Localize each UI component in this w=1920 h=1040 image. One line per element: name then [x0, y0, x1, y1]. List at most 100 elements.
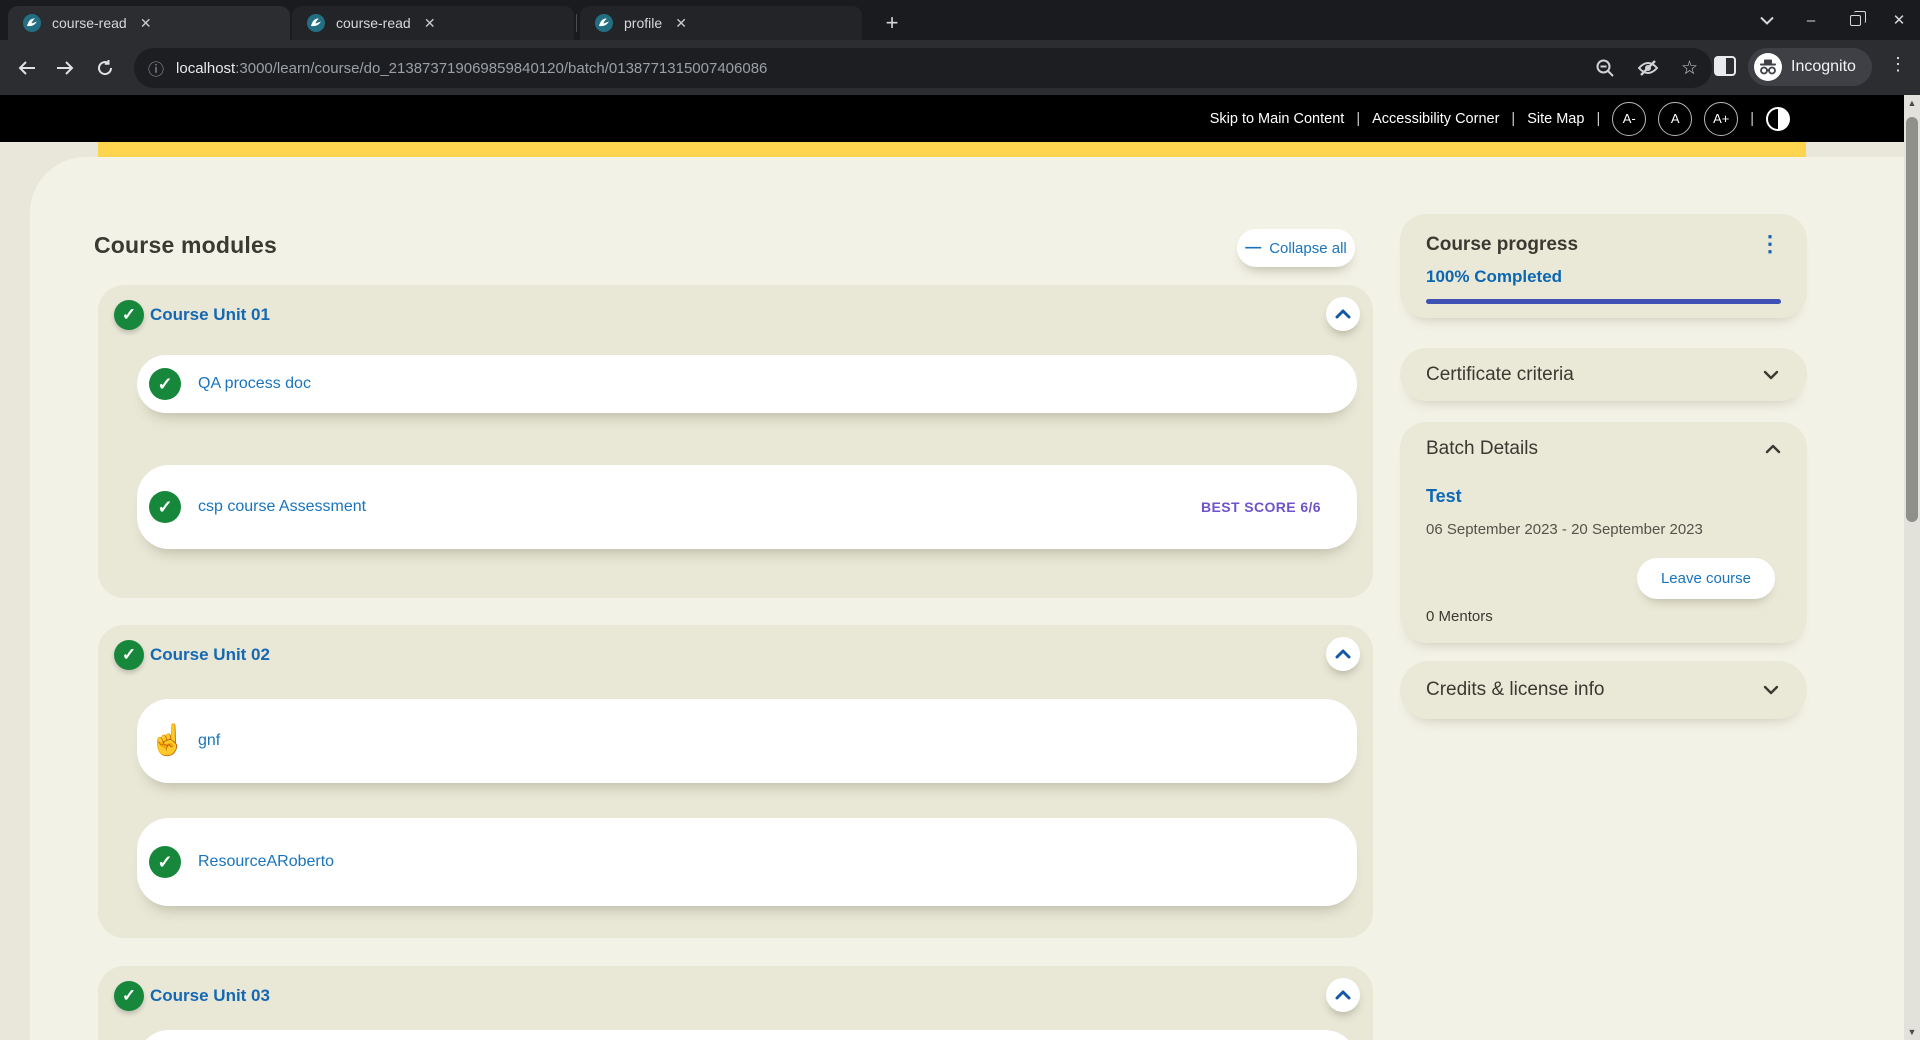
close-window-button[interactable]: ✕: [1886, 7, 1912, 33]
check-icon: ✓: [114, 300, 144, 330]
tab-close-icon[interactable]: ✕: [137, 14, 155, 32]
site-info-icon[interactable]: ⓘ: [148, 56, 164, 80]
incognito-icon: [1754, 53, 1782, 81]
course-unit-section: ✓ Course Unit 01 ✓ QA process doc ✓ csp …: [98, 285, 1373, 598]
batch-details-title: Batch Details: [1426, 438, 1538, 460]
content-item[interactable]: ✓ QA process doc: [137, 355, 1357, 413]
scroll-up-icon[interactable]: ▲: [1904, 95, 1920, 111]
url-path: :3000/learn/course/do_213873719069859840…: [235, 60, 767, 77]
browser-menu-icon[interactable]: ⋮: [1888, 54, 1908, 80]
check-icon: ✓: [149, 846, 181, 878]
accessibility-corner-link[interactable]: Accessibility Corner: [1372, 111, 1499, 127]
batch-details-card: Batch Details Test 06 September 2023 - 2…: [1400, 422, 1807, 643]
unit-title: Course Unit 03: [150, 986, 270, 1006]
tab-course-read-1[interactable]: course-read ✕: [8, 6, 290, 40]
font-decrease-button[interactable]: A-: [1612, 102, 1646, 136]
mentors-count: 0 Mentors: [1426, 608, 1493, 625]
bookmark-star-icon[interactable]: ☆: [1681, 57, 1698, 80]
batch-dates: 06 September 2023 - 20 September 2023: [1426, 521, 1781, 538]
progress-value: 100% Completed: [1426, 267, 1781, 287]
certificate-criteria-accordion[interactable]: Certificate criteria: [1400, 348, 1807, 401]
scroll-down-icon[interactable]: ▼: [1904, 1024, 1920, 1040]
kebab-icon[interactable]: ⋮: [1759, 234, 1781, 254]
forward-button[interactable]: [50, 53, 80, 83]
url-text: localhost:3000/learn/course/do_213873719…: [176, 60, 1583, 77]
certificate-criteria-title: Certificate criteria: [1426, 364, 1574, 386]
content-item[interactable]: ✓ ResourceARoberto: [137, 818, 1357, 906]
font-default-button[interactable]: A: [1658, 102, 1692, 136]
app-favicon: [594, 13, 614, 33]
chevron-up-icon[interactable]: [1326, 978, 1360, 1012]
collapse-all-button[interactable]: — Collapse all: [1237, 229, 1355, 267]
scrollbar-thumb[interactable]: [1906, 117, 1918, 522]
accessibility-bar: Skip to Main Content | Accessibility Cor…: [0, 95, 1920, 142]
content-item[interactable]: ✓ csp course Assessment BEST SCORE 6/6: [137, 465, 1357, 549]
tab-close-icon[interactable]: ✕: [421, 14, 439, 32]
restore-button[interactable]: [1842, 7, 1868, 33]
separator: |: [1750, 111, 1754, 127]
minus-icon: —: [1245, 239, 1261, 257]
font-increase-button[interactable]: A+: [1704, 102, 1738, 136]
progress-bar: [1426, 299, 1781, 304]
page-scrollbar[interactable]: ▲ ▼: [1904, 95, 1920, 1040]
unit-title: Course Unit 02: [150, 645, 270, 665]
page-title: Course modules: [94, 232, 277, 259]
tab-divider: [576, 14, 577, 32]
check-icon: ✓: [114, 640, 144, 670]
tab-course-read-2[interactable]: course-read ✕: [292, 6, 574, 40]
tab-title: course-read: [336, 15, 411, 31]
new-tab-button[interactable]: +: [878, 10, 906, 38]
chevron-up-icon[interactable]: [1326, 297, 1360, 331]
tab-close-icon[interactable]: ✕: [672, 14, 690, 32]
batch-details-accordion[interactable]: Batch Details: [1426, 438, 1781, 460]
zoom-out-icon[interactable]: [1595, 58, 1615, 78]
eye-off-icon[interactable]: [1637, 59, 1659, 77]
course-progress-title: Course progress: [1426, 234, 1578, 256]
incognito-badge: Incognito: [1748, 48, 1872, 86]
check-icon: ✓: [149, 491, 181, 523]
credits-license-accordion[interactable]: Credits & license info: [1400, 661, 1807, 719]
content-item-link[interactable]: QA process doc: [198, 375, 311, 393]
site-map-link[interactable]: Site Map: [1527, 111, 1584, 127]
side-panel-icon[interactable]: [1714, 56, 1736, 76]
minimize-button[interactable]: –: [1798, 7, 1824, 33]
half-circle-contrast-icon[interactable]: [1766, 107, 1790, 131]
tab-profile[interactable]: profile ✕: [580, 6, 862, 40]
skip-to-main-link[interactable]: Skip to Main Content: [1210, 111, 1345, 127]
url-host: localhost: [176, 60, 235, 77]
leave-course-button[interactable]: Leave course: [1637, 558, 1775, 599]
separator: |: [1356, 111, 1360, 127]
content-item[interactable]: [137, 1030, 1357, 1040]
content-item[interactable]: ☝ gnf: [137, 699, 1357, 783]
course-progress-card: Course progress ⋮ 100% Completed: [1400, 214, 1807, 318]
batch-name: Test: [1426, 486, 1781, 507]
tab-title: profile: [624, 15, 662, 31]
course-unit-section: ✓ Course Unit 03: [98, 966, 1373, 1040]
chevron-down-icon: [1763, 370, 1779, 380]
unit-title: Course Unit 01: [150, 305, 270, 325]
check-icon: ✓: [114, 981, 144, 1011]
chevron-down-icon: [1763, 685, 1779, 695]
chevron-up-icon[interactable]: [1326, 637, 1360, 671]
content-item-link[interactable]: csp course Assessment: [198, 498, 366, 516]
content-item-link[interactable]: gnf: [198, 732, 220, 750]
tab-search-chevron-icon[interactable]: [1754, 7, 1780, 33]
best-score-badge: BEST SCORE 6/6: [1201, 499, 1321, 515]
credits-license-title: Credits & license info: [1426, 679, 1604, 701]
omnibox-icons: ☆: [1595, 57, 1698, 80]
browser-toolbar: ⓘ localhost:3000/learn/course/do_2138737…: [0, 40, 1920, 95]
course-unit-section: ✓ Course Unit 02 ☝ gnf ✓ ResourceARobert…: [98, 625, 1373, 938]
tab-title: course-read: [52, 15, 127, 31]
window-controls: – ✕: [1754, 0, 1912, 40]
separator: |: [1511, 111, 1515, 127]
address-bar[interactable]: ⓘ localhost:3000/learn/course/do_2138737…: [134, 48, 1712, 88]
app-favicon: [22, 13, 42, 33]
browser-tabstrip: course-read ✕ course-read ✕ profile ✕ + …: [0, 0, 1920, 40]
collapse-all-label: Collapse all: [1269, 240, 1347, 257]
restore-icon: [1850, 15, 1861, 26]
incognito-label: Incognito: [1791, 58, 1856, 76]
back-button[interactable]: [12, 53, 42, 83]
content-item-link[interactable]: ResourceARoberto: [198, 853, 334, 871]
touch-icon: ☝: [149, 724, 181, 758]
reload-button[interactable]: [90, 53, 120, 83]
